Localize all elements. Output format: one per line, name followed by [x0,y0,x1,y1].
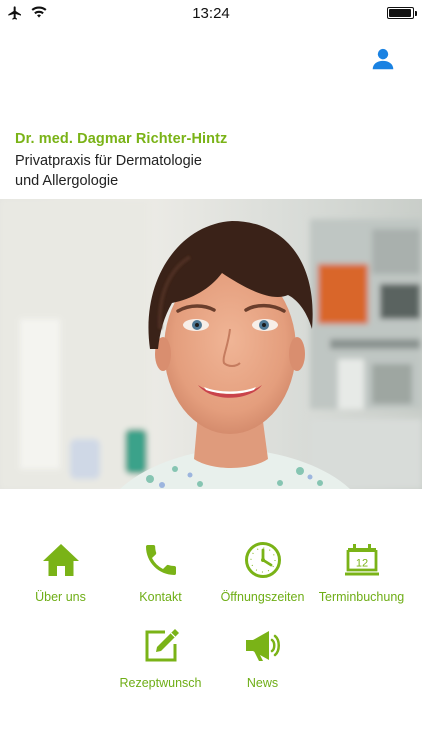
nav-prescription-request[interactable]: Rezeptwunsch [108,626,213,690]
phone-icon [145,545,176,575]
nav-appointment-booking[interactable]: 12 Terminbuchung [309,540,414,604]
home-icon [42,544,79,576]
nav-prescription-request-label: Rezeptwunsch [119,676,202,690]
nav-opening-hours[interactable]: Öffnungszeiten [210,540,315,604]
practice-header: Dr. med. Dagmar Richter-Hintz Privatprax… [15,131,227,191]
nav-appointment-booking-label: Terminbuchung [318,590,405,604]
profile-icon[interactable] [370,46,396,72]
nav-opening-hours-label: Öffnungszeiten [220,590,305,604]
status-bar: 13:24 [0,0,422,28]
nav-news[interactable]: News [210,626,315,690]
practice-description-line1: Privatpraxis für Dermatologie [15,153,202,169]
battery-icon [387,7,417,19]
battery-fill [389,9,411,17]
status-time: 13:24 [192,5,230,22]
calendar-day-number: 12 [355,558,367,570]
nav-contact[interactable]: Kontakt [108,540,213,604]
doctor-portrait [0,199,422,489]
nav-contact-label: Kontakt [139,590,182,604]
clock-icon [244,542,281,578]
doctor-name: Dr. med. Dagmar Richter-Hintz [15,131,228,147]
practice-description-line2: und Allergologie [15,173,119,189]
megaphone-icon [245,631,280,661]
calendar-icon: 12 [344,544,379,576]
pen-square-icon [145,629,179,662]
nav-about-us[interactable]: Über uns [8,540,113,604]
nav-news-label: News [246,676,279,690]
nav-about-us-label: Über uns [35,590,86,604]
